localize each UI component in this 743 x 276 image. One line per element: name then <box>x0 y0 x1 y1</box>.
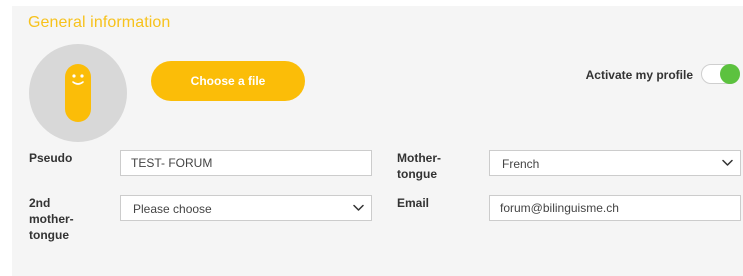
toggle-knob <box>720 64 740 84</box>
chevron-down-icon <box>353 204 364 211</box>
avatar[interactable] <box>29 44 127 142</box>
general-information-panel: General information Choose a file Activa… <box>0 0 743 276</box>
pseudo-label: Pseudo <box>29 151 73 165</box>
mother-tongue-value: French <box>502 157 540 171</box>
section-title: General information <box>28 14 171 31</box>
choose-file-button[interactable]: Choose a file <box>151 61 305 101</box>
chevron-down-icon <box>722 159 733 166</box>
second-mother-tongue-select[interactable]: Please choose <box>120 195 372 221</box>
mother-tongue-select[interactable]: French <box>489 150 741 176</box>
mother-tongue-label: Mother-tongue <box>397 151 441 181</box>
pseudo-input[interactable] <box>120 150 372 176</box>
email-input[interactable] <box>489 195 741 221</box>
second-mother-tongue-label: 2nd mother-tongue <box>29 196 74 242</box>
activate-profile-toggle[interactable] <box>701 64 740 84</box>
email-label: Email <box>397 196 430 210</box>
smiley-figure-icon <box>65 64 91 122</box>
activate-profile-label: Activate my profile <box>585 68 693 82</box>
second-mother-tongue-value: Please choose <box>133 202 212 216</box>
